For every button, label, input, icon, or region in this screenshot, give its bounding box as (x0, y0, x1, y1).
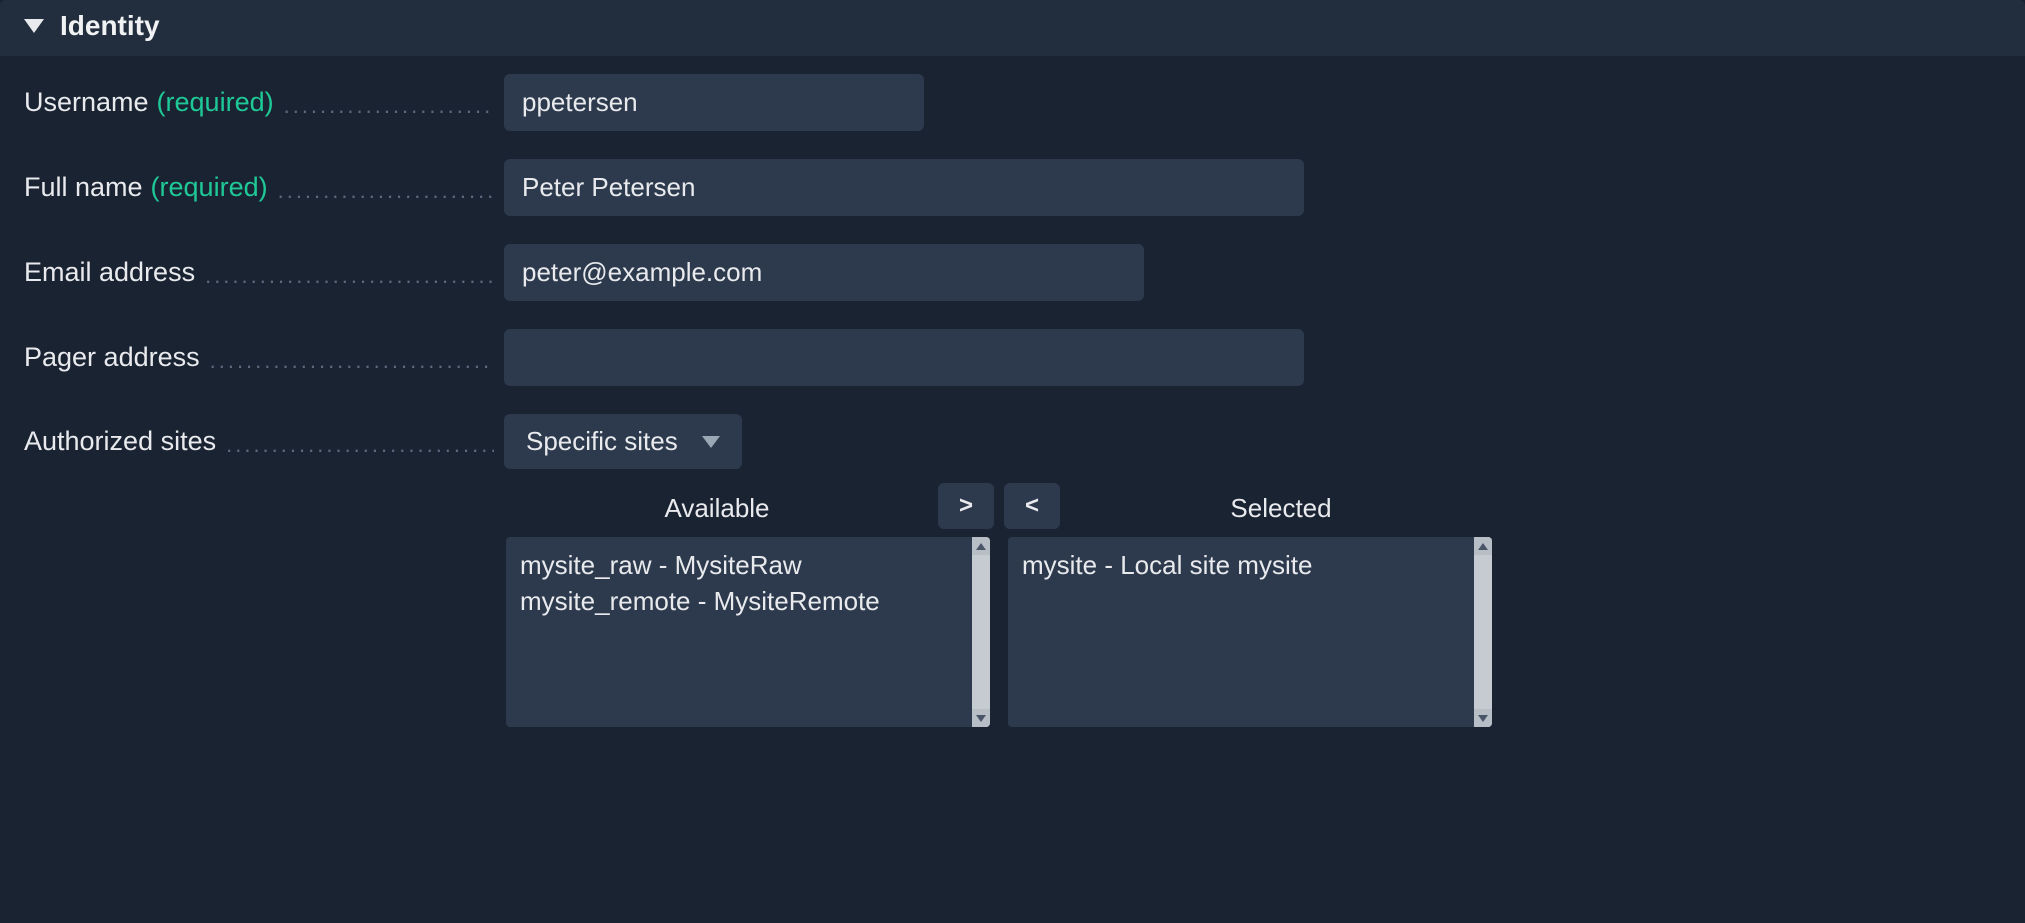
row-authorized: Authorized sites Specific sites Availabl… (24, 414, 2001, 727)
list-item[interactable]: mysite_remote - MysiteRemote (520, 583, 976, 619)
dots-filler (226, 432, 494, 457)
dots-filler (284, 93, 494, 118)
label-authorized: Authorized sites (24, 414, 504, 457)
chevron-down-icon (702, 436, 720, 448)
identity-panel: Identity Username (required) Full name (… (0, 0, 2025, 775)
authorized-mode-value: Specific sites (526, 426, 678, 457)
collapse-triangle-icon (24, 19, 44, 33)
label-fullname-text: Full name (24, 172, 143, 203)
pager-input[interactable] (504, 329, 1304, 386)
label-fullname: Full name (required) (24, 172, 504, 203)
selected-header: Selected (1068, 487, 1494, 534)
dots-filler (278, 178, 494, 203)
duallist-body: mysite_raw - MysiteRawmysite_remote - My… (504, 537, 1494, 727)
required-badge: (required) (151, 172, 268, 203)
scroll-down-icon[interactable] (1474, 709, 1492, 727)
form-body: Username (required) Full name (required)… (0, 56, 2025, 727)
label-username: Username (required) (24, 87, 504, 118)
label-pager: Pager address (24, 342, 504, 373)
row-pager: Pager address (24, 329, 2001, 386)
panel-header[interactable]: Identity (0, 0, 2025, 56)
scroll-up-icon[interactable] (972, 537, 990, 555)
fullname-input[interactable] (504, 159, 1304, 216)
label-authorized-text: Authorized sites (24, 426, 216, 457)
move-left-button[interactable]: < (1004, 483, 1060, 529)
available-listbox[interactable]: mysite_raw - MysiteRawmysite_remote - My… (506, 537, 990, 727)
cell-fullname (504, 159, 2001, 216)
authorized-mode-dropdown[interactable]: Specific sites (504, 414, 742, 469)
scroll-down-icon[interactable] (972, 709, 990, 727)
scrollbar[interactable] (972, 537, 990, 727)
label-email: Email address (24, 257, 504, 288)
label-username-text: Username (24, 87, 149, 118)
selected-listbox[interactable]: mysite - Local site mysite (1008, 537, 1492, 727)
row-username: Username (required) (24, 74, 2001, 131)
scroll-up-icon[interactable] (1474, 537, 1492, 555)
label-email-text: Email address (24, 257, 195, 288)
cell-username (504, 74, 2001, 131)
dots-filler (205, 263, 494, 288)
list-item[interactable]: mysite_raw - MysiteRaw (520, 547, 976, 583)
cell-pager (504, 329, 2001, 386)
move-right-button[interactable]: > (938, 483, 994, 529)
dots-filler (210, 348, 494, 373)
scrollbar[interactable] (1474, 537, 1492, 727)
row-email: Email address (24, 244, 2001, 301)
panel-title: Identity (60, 10, 160, 42)
label-pager-text: Pager address (24, 342, 200, 373)
transfer-buttons: > < (930, 483, 1068, 537)
cell-authorized: Specific sites Available > < Selected my… (504, 414, 2001, 727)
cell-email (504, 244, 2001, 301)
row-fullname: Full name (required) (24, 159, 2001, 216)
duallist-header-row: Available > < Selected (504, 483, 1494, 537)
available-header: Available (504, 487, 930, 534)
email-input[interactable] (504, 244, 1144, 301)
list-item[interactable]: mysite - Local site mysite (1022, 547, 1478, 583)
username-input[interactable] (504, 74, 924, 131)
required-badge: (required) (157, 87, 274, 118)
